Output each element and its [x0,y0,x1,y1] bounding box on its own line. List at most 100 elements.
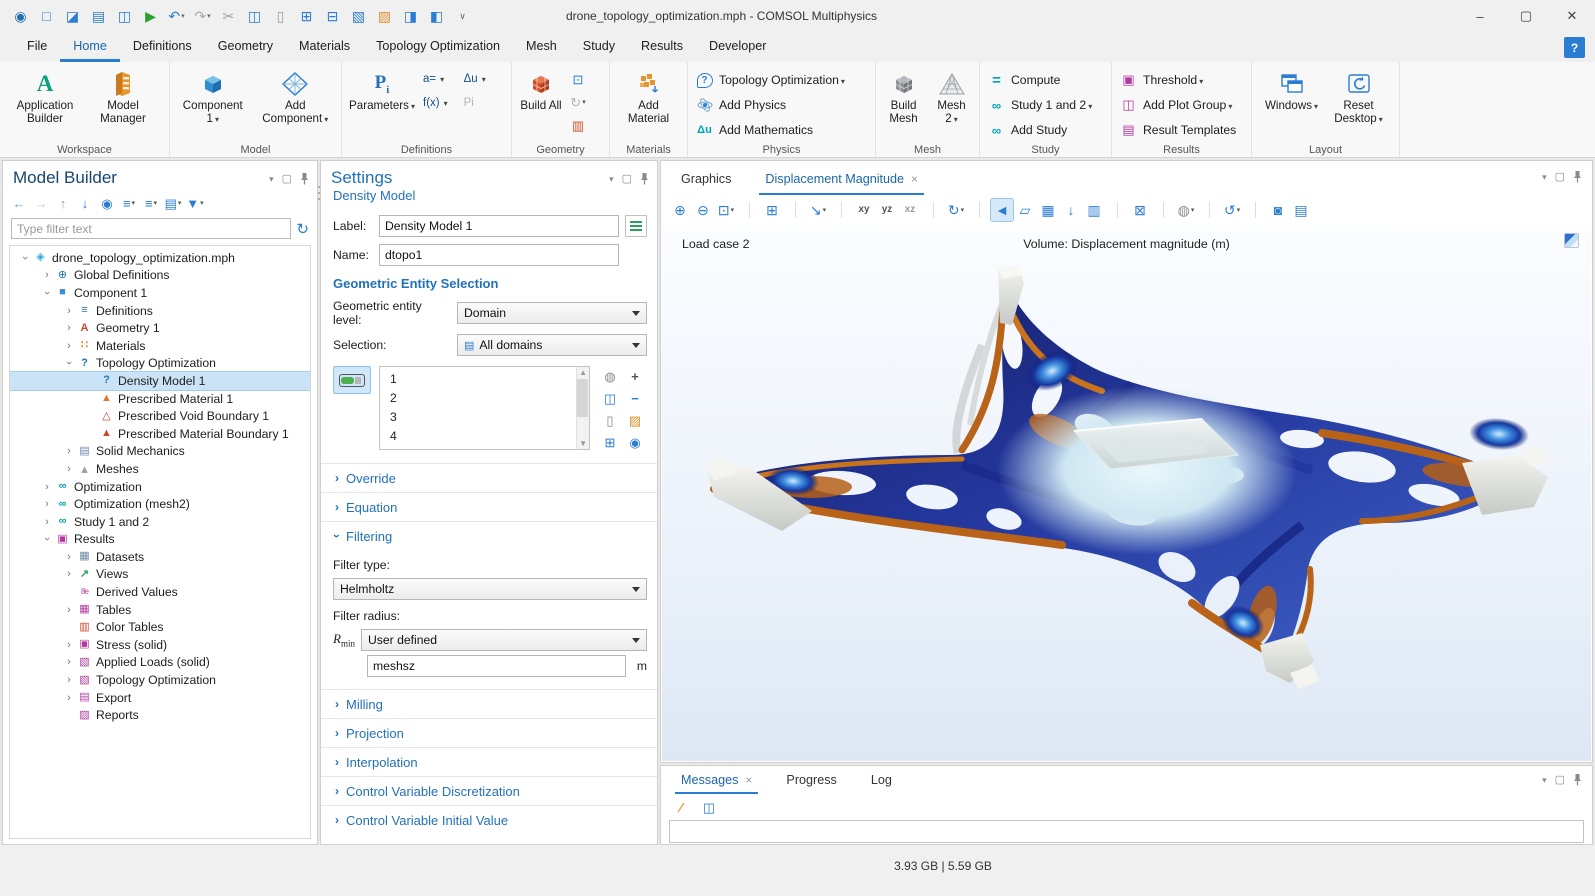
reset-desktop-button[interactable]: Reset Desktop [1326,67,1392,139]
add-physics-button[interactable]: Add Physics [692,94,849,116]
nonlocal-couplings-button[interactable]: Δu [461,69,489,89]
tree-item[interactable]: 8e Derived Values [10,583,310,601]
threshold-button[interactable]: ▣Threshold [1116,69,1240,91]
refresh-icon[interactable]: ↻ [296,220,309,238]
cut-icon[interactable]: ✂ [216,4,241,28]
tree-expander-icon[interactable] [62,674,76,686]
add-to-selection-icon[interactable]: + [623,366,647,386]
graphics-canvas[interactable]: Load case 2 Volume: Displacement magnitu… [662,225,1591,761]
panel-menu-icon[interactable] [269,171,274,185]
new-file-icon[interactable]: □ [34,4,59,28]
section-projection[interactable]: Projection [321,718,657,747]
tree-expander-icon[interactable] [18,252,32,264]
expand-all-icon[interactable]: ≡ [119,193,139,213]
active-toggle-button[interactable] [333,366,371,394]
section-override[interactable]: Override [321,463,657,492]
name-input[interactable] [379,244,619,266]
add-component-button[interactable]: Add Component [254,67,337,139]
environment-icon[interactable]: ◍ [1175,199,1197,221]
tree-item[interactable]: ? Density Model 1 [10,372,310,390]
parameter-case-button[interactable]: Pi [461,93,489,113]
color-legend-icon[interactable]: ▥ [1083,199,1105,221]
add-study-button[interactable]: ∞Add Study [984,119,1096,141]
sep[interactable] [1244,199,1266,221]
tree-expander-icon[interactable] [62,692,76,704]
parameters-button[interactable]: Pi Parameters [346,67,418,139]
domain-list-item[interactable]: 1 [390,369,575,388]
tree-item[interactable]: ▧ Applied Loads (solid) [10,654,310,672]
physics-interface-button[interactable]: ?Topology Optimization [692,69,849,91]
panel-float-icon[interactable] [622,171,632,185]
selection-select[interactable]: ▤ All domains [457,334,647,356]
add-material-button[interactable]: Add Material [617,67,681,139]
menu-item[interactable]: File [14,32,60,62]
result-templates-button[interactable]: ▤Result Templates [1116,119,1240,141]
menu-item[interactable]: Definitions [120,32,205,62]
view-xy-icon[interactable]: xy [853,199,875,221]
study-button[interactable]: ∞Study 1 and 2 [984,94,1096,116]
tree-expander-icon[interactable] [62,340,76,352]
tree-item[interactable]: A Geometry 1 [10,319,310,337]
tree-item[interactable]: ▲ Prescribed Material Boundary 1 [10,425,310,443]
tree-item[interactable]: △ Prescribed Void Boundary 1 [10,407,310,425]
menu-item[interactable]: Study [570,32,628,62]
mesh-button[interactable]: Mesh 2 [929,67,975,139]
zoom-in-icon[interactable]: ⊕ [669,199,691,221]
component-button[interactable]: Component 1 [174,67,252,139]
tree-item[interactable]: ∞ Study 1 and 2 [10,513,310,531]
filter-icon[interactable]: ▼ [185,193,205,213]
preview-selection-icon[interactable]: ◧ [424,4,449,28]
tab-close-icon[interactable] [745,773,752,787]
domain-list-item[interactable]: 4 [390,426,575,445]
sep[interactable] [1152,199,1174,221]
sep[interactable] [830,199,852,221]
tree-item[interactable]: ↗ Views [10,566,310,584]
menu-item[interactable]: Results [628,32,696,62]
geometric-entity-level-select[interactable]: Domain [457,302,647,324]
tree-expander-icon[interactable] [40,533,54,545]
sep[interactable] [968,199,990,221]
sep[interactable] [1106,199,1128,221]
section-filtering[interactable]: Filtering [321,521,657,550]
tree-expander-icon[interactable] [62,305,76,317]
menu-item[interactable]: Materials [286,32,363,62]
section-interpolation[interactable]: Interpolation [321,747,657,776]
model-tree-nodes-icon[interactable]: ▤ [163,193,183,213]
tree-expander-icon[interactable] [40,516,54,528]
filter-radius-select[interactable]: User defined [361,629,647,651]
add-plot-group-button[interactable]: ◫Add Plot Group [1116,94,1240,116]
panel-pin-icon[interactable] [640,172,649,185]
run-icon[interactable]: ▶ [138,4,163,28]
copy-icon[interactable]: ◫ [242,4,267,28]
tree-expander-icon[interactable] [62,357,76,369]
grid-icon[interactable]: ▦ [1037,199,1059,221]
section-control-variable-initial-value[interactable]: Control Variable Initial Value [321,805,657,834]
back-icon[interactable]: ← [9,193,29,213]
zoom-box-icon[interactable]: ⊡ [715,199,737,221]
copy-selection-icon[interactable]: ◫ [598,388,622,408]
zoom-to-selection-icon[interactable]: ⊞ [598,432,622,452]
tree-item[interactable]: ▣ Stress (solid) [10,636,310,654]
section-equation[interactable]: Equation [321,492,657,521]
tree-item[interactable]: ∷ Materials [10,337,310,355]
tree-expander-icon[interactable] [62,639,76,651]
tree-item[interactable]: ■ Component 1 [10,284,310,302]
panel-menu-icon[interactable] [1542,772,1547,786]
move-down-icon[interactable]: ↓ [75,193,95,213]
import-geometry-icon[interactable]: ⊡ [568,69,588,89]
tree-item[interactable]: ≡ Definitions [10,302,310,320]
compute-button[interactable]: =Compute [984,69,1096,91]
tree-item[interactable]: ▧ Topology Optimization [10,671,310,689]
sep[interactable] [922,199,944,221]
sep[interactable] [784,199,806,221]
qat-overflow-icon[interactable]: ∨ [450,4,475,28]
show-icon[interactable]: ◉ [97,193,117,213]
tree-expander-icon[interactable] [62,445,76,457]
scroll-down-icon[interactable]: ▼ [579,439,587,448]
application-builder-button[interactable]: A Application Builder [4,67,86,139]
build-mesh-button[interactable]: Build Mesh [881,67,927,139]
help-button[interactable]: ? [1564,37,1585,58]
open-message-window-icon[interactable]: ◫ [699,797,719,817]
tree-expander-icon[interactable] [62,322,76,334]
tree-filter-input[interactable] [11,218,291,239]
